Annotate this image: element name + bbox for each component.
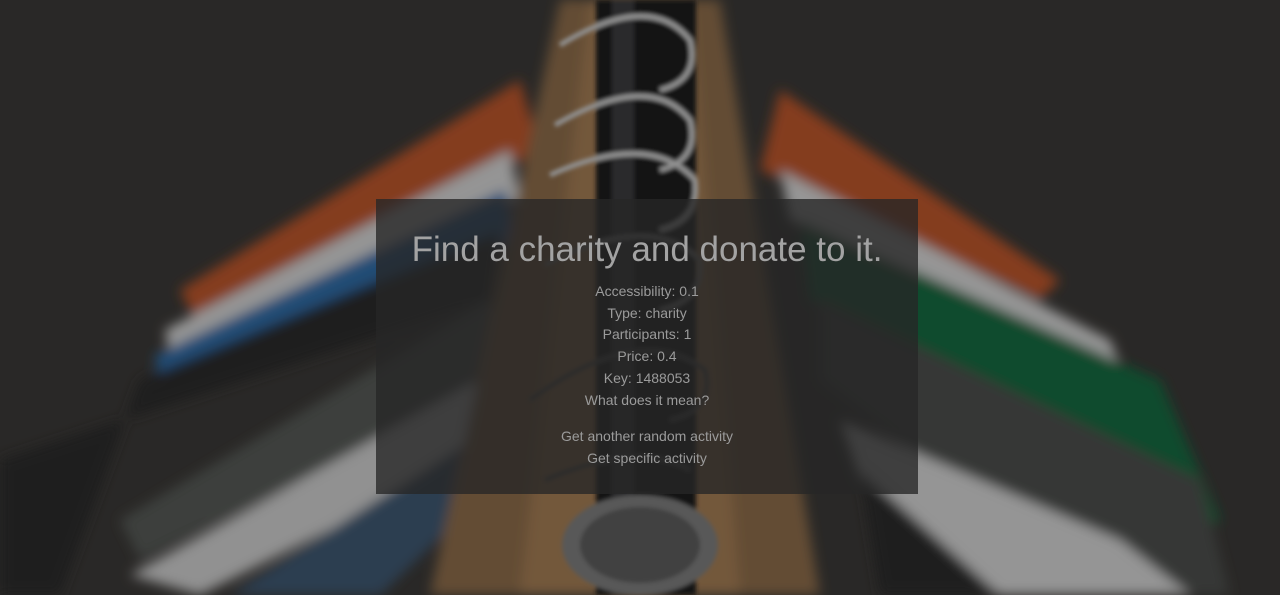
participants-line: Participants1 — [376, 324, 918, 346]
key-value: 1488053 — [635, 369, 691, 386]
accessibility-label: Accessibility — [595, 283, 679, 299]
page: Find a charity and donate to it. Accessi… — [0, 0, 1280, 595]
type-line: Typecharity — [376, 303, 918, 325]
specific-activity-link[interactable]: Get specific activity — [376, 447, 918, 469]
type-label: Type — [607, 305, 645, 321]
accessibility-line: Accessibility0.1 — [376, 281, 918, 303]
activity-card: Find a charity and donate to it. Accessi… — [376, 199, 918, 494]
participants-value: 1 — [683, 326, 692, 343]
accessibility-value: 0.1 — [679, 283, 699, 299]
random-activity-link[interactable]: Get another random activity — [376, 425, 918, 447]
activity-title: Find a charity and donate to it. — [411, 230, 883, 269]
price-value: 0.4 — [657, 348, 677, 365]
key-label: Key — [604, 370, 636, 386]
activity-details: Accessibility0.1 Typecharity Participant… — [376, 281, 918, 411]
key-line: Key1488053 — [376, 368, 918, 390]
participants-label: Participants — [603, 326, 684, 342]
price-label: Price — [617, 348, 657, 364]
activity-actions: Get another random activity Get specific… — [376, 425, 918, 469]
what-does-it-mean-link[interactable]: What does it mean? — [376, 390, 918, 412]
price-line: Price0.4 — [376, 346, 918, 368]
type-value: charity — [645, 304, 687, 321]
